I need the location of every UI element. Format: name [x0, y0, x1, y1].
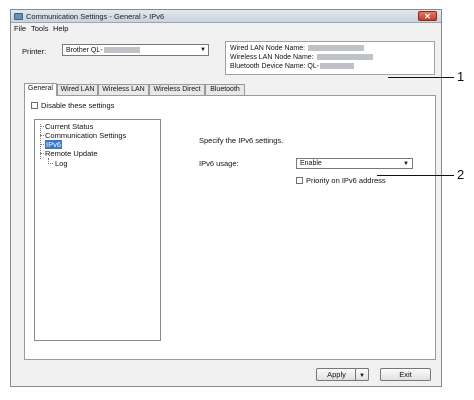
tree-item-remote-update[interactable]: Remote Update — [45, 149, 98, 158]
printer-label: Printer: — [22, 47, 47, 56]
settings-tree: Current Status Communication Settings IP… — [34, 119, 161, 341]
ipv6-usage-label: IPv6 usage: — [199, 159, 239, 168]
tree-item-log[interactable]: Log — [55, 159, 68, 168]
chevron-down-icon: ▼ — [403, 161, 409, 167]
disable-settings-checkbox[interactable] — [31, 102, 38, 109]
tree-item-current-status[interactable]: Current Status — [45, 122, 93, 131]
ipv6-usage-select[interactable]: Enable ▼ — [296, 158, 413, 169]
tree-connector — [40, 144, 44, 145]
redacted-text — [316, 54, 373, 60]
printer-select-value: Brother QL- — [66, 47, 103, 54]
chevron-down-icon: ▼ — [359, 373, 365, 379]
printer-select[interactable]: Brother QL- ▼ — [62, 44, 209, 56]
tab-bluetooth[interactable]: Bluetooth — [205, 84, 245, 95]
tree-item-communication-settings[interactable]: Communication Settings — [45, 131, 126, 140]
communication-settings-window: Communication Settings - General > IPv6 … — [10, 9, 442, 387]
tab-general[interactable]: General — [24, 83, 57, 96]
tree-connector — [40, 126, 44, 127]
window-title: Communication Settings - General > IPv6 — [26, 12, 165, 21]
tree-connector — [40, 153, 44, 154]
menu-help[interactable]: Help — [53, 24, 68, 33]
apply-label: Apply — [327, 370, 346, 379]
callout-line-1 — [388, 77, 454, 78]
tree-connector — [48, 163, 53, 164]
ipv6-usage-value: Enable — [300, 160, 322, 167]
chevron-down-icon: ▼ — [200, 47, 206, 53]
wireless-node-name-row: Wireless LAN Node Name: — [230, 54, 373, 61]
tab-wireless-direct[interactable]: Wireless Direct — [149, 84, 205, 95]
tab-wireless-lan[interactable]: Wireless LAN — [98, 84, 149, 95]
callout-line-2 — [377, 175, 454, 176]
instruction-text: Specify the IPv6 settings. — [199, 136, 284, 145]
wired-node-name-row: Wired LAN Node Name: — [230, 45, 365, 52]
menu-file[interactable]: File — [14, 24, 26, 33]
title-bar: Communication Settings - General > IPv6 … — [11, 10, 441, 23]
wireless-node-name-label: Wireless LAN Node Name: — [230, 54, 314, 61]
priority-ipv6-label: Priority on IPv6 address — [306, 176, 386, 185]
apply-dropdown-button[interactable]: ▼ — [355, 368, 369, 381]
tree-connector — [40, 135, 44, 136]
device-info-box: Wired LAN Node Name: Wireless LAN Node N… — [225, 41, 435, 75]
tab-wired-lan[interactable]: Wired LAN — [57, 84, 98, 95]
bluetooth-name-row: Bluetooth Device Name: QL- — [230, 63, 355, 70]
callout-2: 2 — [457, 167, 465, 182]
wired-node-name-label: Wired LAN Node Name: — [230, 45, 306, 52]
exit-button[interactable]: Exit — [380, 368, 431, 381]
redacted-text — [320, 63, 355, 69]
general-tab-panel: Disable these settings Current Status Co… — [24, 95, 436, 360]
bluetooth-name-label: Bluetooth Device Name: QL- — [230, 63, 320, 70]
redacted-text — [103, 47, 140, 53]
priority-ipv6-checkbox[interactable] — [296, 177, 303, 184]
menu-tools[interactable]: Tools — [31, 24, 49, 33]
callout-1: 1 — [457, 69, 465, 84]
app-icon — [14, 13, 23, 20]
tree-item-ipv6[interactable]: IPv6 — [45, 140, 63, 149]
menu-bar: File Tools Help — [11, 24, 441, 34]
close-button[interactable]: ✕ — [418, 11, 437, 21]
disable-settings-label: Disable these settings — [41, 101, 115, 110]
redacted-text — [308, 45, 365, 51]
